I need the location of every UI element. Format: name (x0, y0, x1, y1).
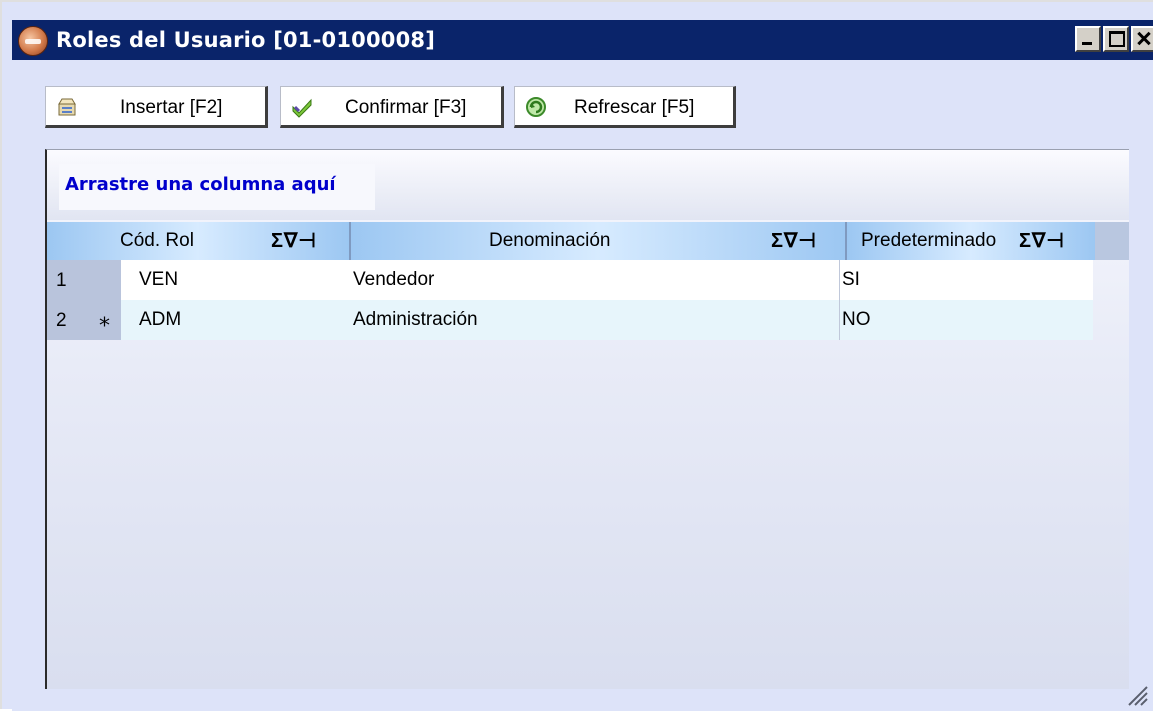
minimize-button[interactable] (1075, 26, 1101, 52)
sum-filter-pin-icon[interactable]: Σ∇⊣ (771, 228, 817, 253)
group-by-hint: Arrastre una columna aquí (59, 164, 375, 210)
cell-text: ADM (139, 309, 182, 330)
column-header-denominacion[interactable]: Denominación Σ∇⊣ (349, 222, 845, 260)
column-header-cod-rol[interactable]: Cód. Rol Σ∇⊣ (47, 222, 349, 260)
column-label: Cód. Rol (120, 230, 194, 251)
insert-record-icon (58, 98, 76, 116)
confirm-button[interactable]: Confirmar [F3] (280, 86, 504, 128)
new-row-asterisk-icon: ⁎ (99, 306, 110, 331)
column-label: Denominación (489, 230, 611, 251)
cell-text: SI (842, 269, 860, 290)
cell-text: Vendedor (353, 269, 435, 290)
row-indicator[interactable]: 1 (47, 260, 121, 300)
row-indicator[interactable]: 2 ⁎ (47, 300, 121, 340)
column-label: Predeterminado (861, 230, 997, 251)
cell-predeterminado[interactable]: NO (839, 300, 1093, 340)
table-row[interactable]: 1 VEN Vendedor SI (47, 260, 1093, 300)
confirm-button-label: Confirmar [F3] (345, 97, 467, 118)
row-number: 2 (56, 310, 67, 331)
header-filler (1095, 222, 1129, 260)
resize-grip-icon[interactable] (1125, 683, 1149, 707)
cell-denominacion[interactable]: Administración (351, 300, 839, 340)
refresh-button-label: Refrescar [F5] (574, 97, 695, 118)
close-button[interactable] (1131, 26, 1153, 52)
app-logo-icon[interactable] (18, 26, 48, 56)
row-number: 1 (56, 270, 67, 291)
cell-cod-rol[interactable]: VEN (121, 260, 409, 300)
cell-denominacion[interactable]: Vendedor (351, 260, 839, 300)
column-header-predeterminado[interactable]: Predeterminado Σ∇⊣ (845, 222, 1095, 260)
maximize-button[interactable] (1103, 26, 1129, 52)
refresh-icon (526, 97, 546, 117)
cell-text: NO (842, 309, 871, 330)
cell-predeterminado[interactable]: SI (839, 260, 1093, 300)
cell-text: Administración (353, 309, 478, 330)
checkmark-icon (292, 98, 312, 118)
roles-window: Roles del Usuario [01-0100008] Insertar … (0, 0, 1153, 711)
sum-filter-pin-icon[interactable]: Σ∇⊣ (1019, 228, 1065, 253)
table-row[interactable]: 2 ⁎ ADM Administración NO (47, 300, 1093, 340)
insert-button[interactable]: Insertar [F2] (45, 86, 268, 128)
sum-filter-pin-icon[interactable]: Σ∇⊣ (271, 228, 317, 253)
cell-cod-rol[interactable]: ADM (121, 300, 409, 340)
window-title: Roles del Usuario [01-0100008] (56, 28, 436, 52)
insert-button-label: Insertar [F2] (120, 97, 223, 118)
title-bar[interactable]: Roles del Usuario [01-0100008] (12, 20, 1153, 60)
refresh-button[interactable]: Refrescar [F5] (514, 86, 736, 128)
cell-text: VEN (139, 269, 179, 290)
